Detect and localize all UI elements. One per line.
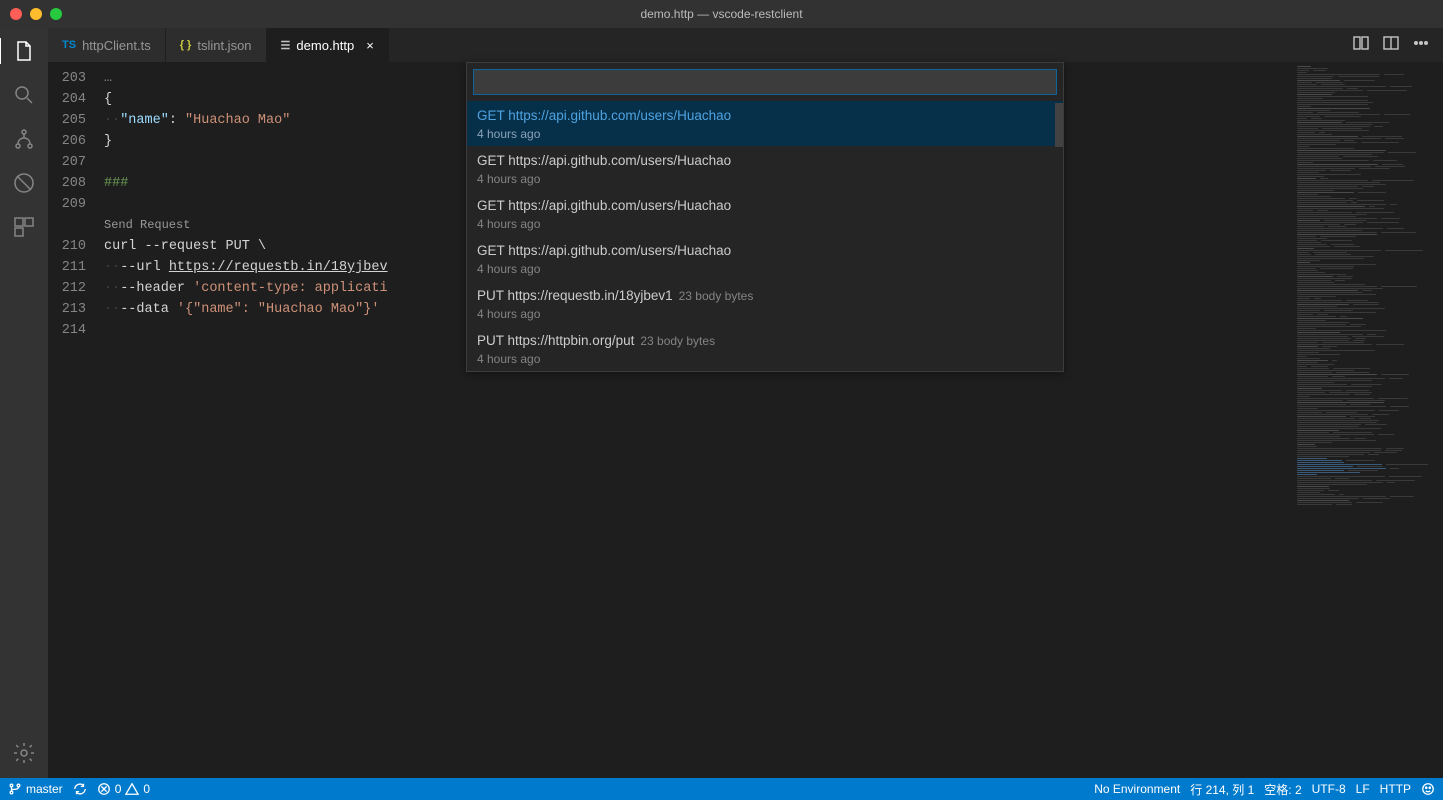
tab-label: tslint.json [197, 38, 251, 53]
git-icon[interactable] [11, 126, 37, 152]
close-icon[interactable]: × [366, 38, 374, 53]
file-ts-icon: TS [62, 39, 76, 51]
git-branch[interactable]: master [8, 782, 63, 796]
search-icon[interactable] [11, 82, 37, 108]
titlebar: demo.http — vscode-restclient [0, 0, 1443, 28]
tab-tslint-json[interactable]: { } tslint.json [166, 28, 267, 62]
more-icon[interactable] [1413, 35, 1429, 56]
compare-icon[interactable] [1353, 35, 1369, 56]
quickpick-input[interactable] [473, 69, 1057, 95]
explorer-icon[interactable] [0, 38, 47, 64]
indent[interactable]: 空格: 2 [1264, 781, 1301, 798]
file-file-icon: ☰ [281, 39, 291, 52]
tab-label: httpClient.ts [82, 38, 151, 53]
debug-icon[interactable] [11, 170, 37, 196]
tab-httpClient-ts[interactable]: TS httpClient.ts [48, 28, 166, 62]
quickpick-item[interactable]: GET https://api.github.com/users/Huachao… [467, 191, 1063, 236]
file-json-icon: { } [180, 39, 192, 51]
gutter: 203204205206207208209 210211212213214 [48, 62, 104, 778]
cursor-position[interactable]: 行 214, 列 1 [1190, 781, 1254, 798]
extensions-icon[interactable] [11, 214, 37, 240]
environment[interactable]: No Environment [1094, 782, 1180, 796]
quickpick: GET https://api.github.com/users/Huachao… [466, 62, 1064, 372]
eol[interactable]: LF [1356, 782, 1370, 796]
tabs: TShttpClient.ts{ }tslint.json☰demo.http … [48, 28, 1443, 62]
feedback-icon[interactable] [1421, 782, 1435, 796]
split-icon[interactable] [1383, 35, 1399, 56]
encoding[interactable]: UTF-8 [1312, 782, 1346, 796]
minimap[interactable] [1293, 62, 1443, 778]
scrollbar[interactable] [1055, 103, 1063, 147]
tab-demo-http[interactable]: ☰ demo.http × [267, 28, 389, 62]
statusbar: master 0 0 No Environment 行 214, 列 1 空格:… [0, 778, 1443, 800]
quickpick-item[interactable]: GET https://api.github.com/users/Huachao… [467, 236, 1063, 281]
quickpick-item[interactable]: GET https://api.github.com/users/Huachao… [467, 101, 1063, 146]
sync-icon[interactable] [73, 782, 87, 796]
language-mode[interactable]: HTTP [1380, 782, 1411, 796]
quickpick-item[interactable]: PUT https://requestb.in/18yjbev123 body … [467, 281, 1063, 326]
tab-label: demo.http [296, 38, 354, 53]
activitybar [0, 28, 48, 778]
quickpick-item[interactable]: GET https://api.github.com/users/Huachao… [467, 146, 1063, 191]
window-title: demo.http — vscode-restclient [0, 7, 1443, 21]
problems[interactable]: 0 0 [97, 782, 150, 796]
quickpick-item[interactable]: PUT https://httpbin.org/put23 body bytes… [467, 326, 1063, 371]
gear-icon[interactable] [11, 740, 37, 766]
